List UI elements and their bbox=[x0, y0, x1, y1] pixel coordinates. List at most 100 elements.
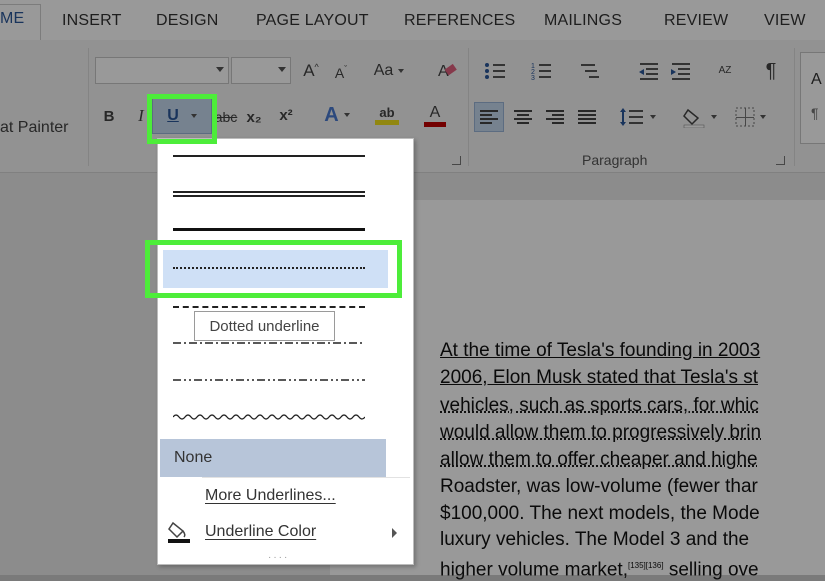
paragraph-group-label: Paragraph bbox=[582, 152, 648, 168]
underline-color-item[interactable]: Underline Color bbox=[158, 517, 411, 549]
ribbon-tab-bar: ME INSERT DESIGN PAGE LAYOUT REFERENCES … bbox=[0, 0, 825, 42]
underline-option-wave[interactable] bbox=[173, 413, 365, 421]
document-line: would allow them to progressively brin bbox=[440, 422, 762, 443]
tab-design[interactable]: DESIGN bbox=[156, 12, 219, 30]
chevron-down-icon bbox=[343, 113, 350, 117]
chevron-down-icon bbox=[216, 67, 224, 72]
justify-icon bbox=[578, 110, 596, 124]
document-line-last: higher volume market,[135][136] selling … bbox=[440, 555, 759, 581]
document-line: allow them to offer cheaper and highe bbox=[440, 449, 758, 470]
svg-text:3: 3 bbox=[531, 75, 535, 82]
strikethrough-button[interactable]: abc bbox=[214, 106, 238, 128]
multilevel-list-button[interactable] bbox=[574, 58, 614, 84]
bullets-button[interactable] bbox=[478, 58, 518, 84]
superscript-button[interactable]: x² bbox=[275, 104, 297, 126]
tab-mailings[interactable]: MAILINGS bbox=[544, 12, 622, 30]
align-right-icon bbox=[546, 110, 564, 124]
paint-bucket-icon bbox=[168, 521, 190, 543]
underline-option-single[interactable] bbox=[173, 155, 365, 157]
font-size-combo[interactable] bbox=[231, 57, 291, 84]
tooltip: Dotted underline bbox=[194, 311, 335, 341]
tab-view[interactable]: VIEW bbox=[764, 12, 806, 30]
grow-font-button[interactable]: A ^ bbox=[300, 60, 322, 82]
numbered-list-icon: 123 bbox=[531, 63, 551, 82]
document-line: $100,000. The next models, the Mode bbox=[440, 503, 760, 524]
highlight-color-swatch bbox=[375, 120, 399, 125]
tab-insert[interactable]: INSERT bbox=[62, 12, 122, 30]
underline-option-double[interactable] bbox=[173, 191, 365, 197]
borders-button[interactable] bbox=[728, 102, 772, 132]
align-left-button[interactable] bbox=[474, 102, 504, 132]
group-separator bbox=[88, 48, 89, 166]
text-effects-button[interactable]: A bbox=[318, 102, 356, 128]
sort-button[interactable]: AZ bbox=[712, 58, 738, 84]
chevron-right-icon bbox=[392, 528, 397, 538]
chevron-down-icon bbox=[710, 115, 717, 119]
document-line: 2006, Elon Musk stated that Tesla's st bbox=[440, 367, 759, 388]
align-center-button[interactable] bbox=[508, 102, 538, 132]
underline-label: U bbox=[167, 107, 179, 124]
italic-button[interactable]: I bbox=[132, 104, 150, 128]
highlight-button[interactable]: ab bbox=[366, 100, 408, 130]
increase-indent-button[interactable] bbox=[668, 58, 694, 84]
tab-review[interactable]: REVIEW bbox=[664, 12, 728, 30]
show-formatting-button[interactable]: ¶ bbox=[760, 58, 782, 84]
more-underlines-item[interactable]: More Underlines... bbox=[205, 487, 336, 505]
underline-option-dot-dot-dash[interactable] bbox=[173, 378, 365, 382]
align-left-icon bbox=[480, 110, 498, 124]
tab-home[interactable]: ME bbox=[0, 10, 24, 28]
resize-grip-icon[interactable]: ···· bbox=[268, 552, 289, 563]
sort-icon: AZ bbox=[718, 65, 732, 76]
underline-option-dashed[interactable] bbox=[173, 306, 365, 308]
font-color-swatch bbox=[424, 121, 446, 127]
document-line: vehicles, such as sports cars, for whic bbox=[440, 395, 759, 416]
text-effects-label: A bbox=[324, 103, 339, 126]
font-name-combo[interactable] bbox=[95, 57, 229, 84]
styles-gallery[interactable]: A ¶ bbox=[800, 52, 825, 144]
font-color-button[interactable]: A bbox=[414, 100, 456, 130]
subscript-button[interactable]: x₂ bbox=[243, 106, 265, 128]
document-line: Roadster, was low-volume (fewer thar bbox=[440, 476, 758, 497]
chevron-down-icon bbox=[759, 115, 766, 119]
eraser-icon: A bbox=[438, 63, 457, 80]
underline-option-dotted[interactable] bbox=[173, 267, 365, 269]
change-case-label: Aa bbox=[373, 62, 394, 79]
bullet-list-icon bbox=[485, 63, 505, 79]
paint-bucket-icon bbox=[682, 108, 704, 128]
shrink-font-label: A bbox=[334, 65, 345, 81]
document-line-text: selling ove bbox=[663, 559, 759, 581]
document-line-text: higher volume market, bbox=[440, 559, 628, 581]
chevron-down-icon bbox=[278, 67, 286, 72]
underline-option-none[interactable]: None bbox=[160, 439, 386, 477]
citation-marker[interactable]: [135][136] bbox=[628, 561, 664, 570]
format-painter-button[interactable]: at Painter bbox=[0, 118, 68, 138]
font-dialog-launcher[interactable] bbox=[452, 156, 461, 165]
clear-formatting-button[interactable]: A bbox=[434, 58, 460, 82]
paragraph-dialog-launcher[interactable] bbox=[776, 156, 785, 165]
shrink-font-button[interactable]: Aˇ bbox=[330, 62, 352, 84]
caret-down-icon: ˇ bbox=[344, 64, 348, 74]
line-spacing-button[interactable] bbox=[614, 102, 660, 132]
decrease-indent-button[interactable] bbox=[636, 58, 662, 84]
tab-references[interactable]: REFERENCES bbox=[404, 12, 515, 30]
underline-option-thick[interactable] bbox=[173, 228, 365, 231]
document-line: luxury vehicles. The Model 3 and the bbox=[440, 529, 750, 550]
tab-page-layout[interactable]: PAGE LAYOUT bbox=[256, 12, 369, 30]
group-separator bbox=[468, 48, 469, 166]
style-preview-paragraph-mark: ¶ bbox=[811, 105, 819, 121]
document-line: At the time of Tesla's founding in 2003 bbox=[440, 340, 761, 361]
numbering-button[interactable]: 123 bbox=[526, 58, 566, 84]
change-case-button[interactable]: Aa bbox=[368, 60, 410, 82]
grow-font-label: A bbox=[303, 61, 315, 80]
justify-button[interactable] bbox=[572, 102, 602, 132]
shading-button[interactable] bbox=[676, 102, 722, 132]
bold-button[interactable]: B bbox=[100, 104, 118, 128]
multilevel-list-icon bbox=[581, 64, 599, 78]
underline-button[interactable]: U bbox=[152, 98, 212, 134]
chevron-down-icon bbox=[190, 114, 197, 118]
align-right-button[interactable] bbox=[540, 102, 570, 132]
none-label: None bbox=[174, 449, 213, 466]
underline-option-dot-dash[interactable] bbox=[173, 341, 365, 345]
underline-color-label: Underline Color bbox=[205, 523, 317, 540]
underline-style-menu: None More Underlines... Underline Color … bbox=[157, 138, 414, 565]
